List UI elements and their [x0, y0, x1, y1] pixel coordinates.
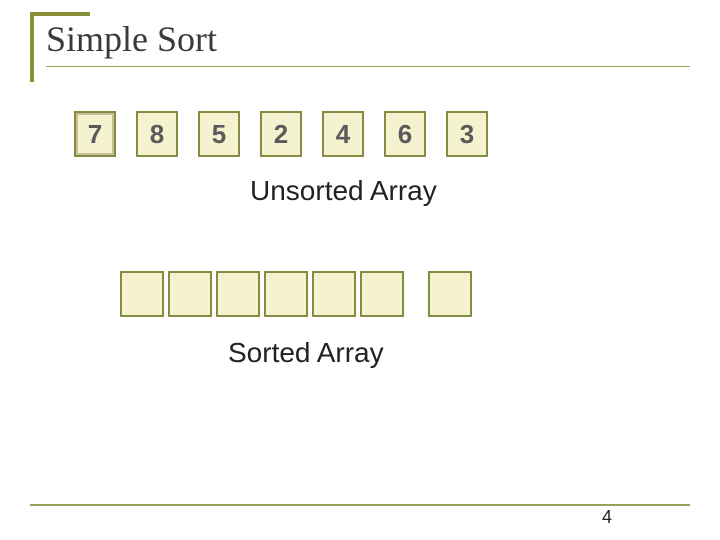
- unsorted-label: Unsorted Array: [250, 175, 680, 207]
- array-cell: 2: [260, 111, 302, 157]
- array-cell: [360, 271, 404, 317]
- slide-title: Simple Sort: [46, 18, 690, 60]
- array-cell: [312, 271, 356, 317]
- content: 7 8 5 2 4 6 3 Unsorted Array Sorted Arra…: [30, 81, 690, 369]
- array-cell: 5: [198, 111, 240, 157]
- array-cell: [168, 271, 212, 317]
- array-cell: [428, 271, 472, 317]
- array-cell: [120, 271, 164, 317]
- sorted-array-row: [120, 271, 680, 317]
- array-cell: 4: [322, 111, 364, 157]
- footer-rule: [30, 504, 690, 506]
- array-cell: 8: [136, 111, 178, 157]
- page-number: 4: [602, 507, 612, 528]
- array-cell: 3: [446, 111, 488, 157]
- array-cell: [216, 271, 260, 317]
- slide: Simple Sort 7 8 5 2 4 6 3 Unsorted Array…: [0, 0, 720, 540]
- sorted-label: Sorted Array: [228, 337, 680, 369]
- title-accent-vertical: [30, 12, 34, 82]
- array-cell: 6: [384, 111, 426, 157]
- spacer: [40, 207, 680, 271]
- title-accent-horizontal: [30, 12, 90, 16]
- title-rule: [46, 66, 690, 67]
- array-cell: [264, 271, 308, 317]
- array-cell: 7: [74, 111, 116, 157]
- title-block: Simple Sort: [30, 12, 690, 81]
- unsorted-array-row: 7 8 5 2 4 6 3: [74, 111, 680, 157]
